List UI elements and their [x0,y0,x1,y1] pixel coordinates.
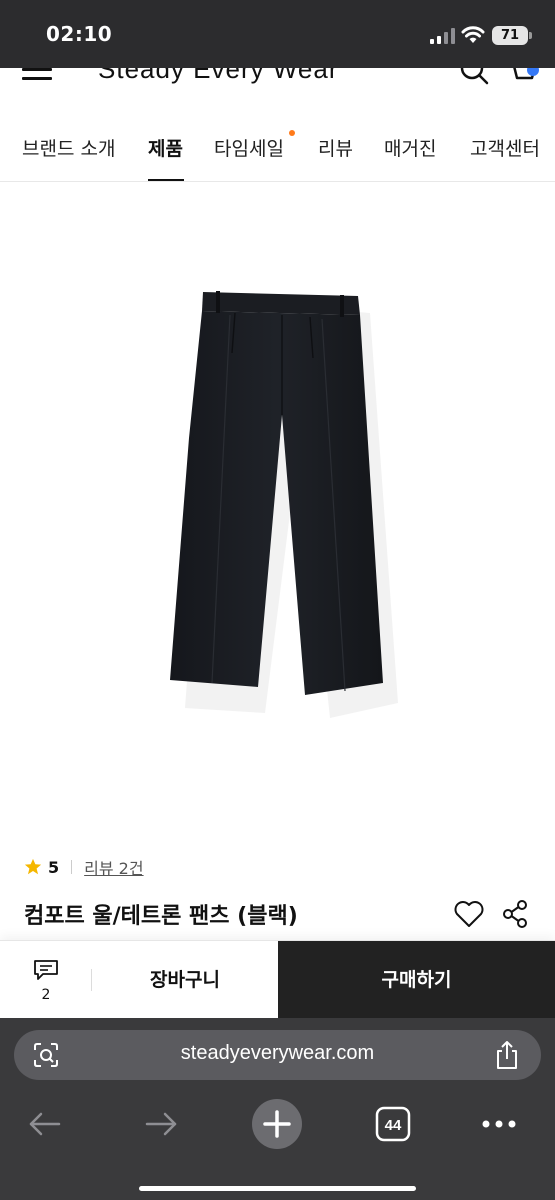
purchase-bar: 2 장바구니 구매하기 [0,940,555,1019]
battery-indicator: 71 [492,26,532,45]
active-tab-indicator [148,179,184,181]
heart-icon[interactable] [453,899,485,929]
tabs-icon: 44 [375,1106,411,1142]
comment-count: 2 [41,987,51,1003]
arrow-right-icon [145,1112,177,1136]
arrow-left-icon [29,1112,61,1136]
tab-customer-center[interactable]: 고객센터 [470,134,540,161]
review-count-link[interactable]: 리뷰 2건 [84,855,143,879]
tabs-button[interactable]: 44 [363,1102,423,1146]
more-icon [482,1120,516,1128]
tab-reviews[interactable]: 리뷰 [318,134,353,161]
more-button[interactable] [469,1102,529,1146]
tab-time-sale[interactable]: 타임세일 [214,134,284,161]
site-logo[interactable]: Steady Every Wear [98,68,339,85]
forward-button[interactable] [131,1102,191,1146]
browser-toolbar: steadyeverywear.com 44 [0,1018,555,1200]
back-button[interactable] [15,1102,75,1146]
tab-brand-intro[interactable]: 브랜드 소개 [22,134,115,161]
home-indicator [139,1186,416,1191]
plus-icon [252,1099,302,1149]
rating-row: 5 리뷰 2건 [24,856,144,878]
product-title: 컴포트 울/테트론 팬츠 (블랙) [24,904,298,929]
star-icon [24,858,42,875]
new-badge-dot [289,130,295,136]
wifi-icon [461,26,485,43]
comment-icon [34,960,58,980]
divider [71,860,73,874]
site-header: Steady Every Wear [0,68,555,90]
hamburger-menu-icon[interactable] [22,68,52,82]
tab-count: 44 [385,1117,402,1134]
pants-image [170,291,398,718]
tab-magazine[interactable]: 매거진 [384,134,436,161]
share-icon[interactable] [501,899,529,929]
comment-button[interactable]: 2 [0,941,92,1019]
new-tab-button[interactable] [247,1099,307,1149]
product-image[interactable] [0,183,555,823]
address-bar[interactable]: steadyeverywear.com [14,1030,541,1080]
status-time: 02:10 [46,22,113,46]
category-nav: 브랜드 소개 제품 타임세일 리뷰 매거진 고객센터 [0,108,555,182]
cellular-signal-icon [430,28,455,44]
status-bar: 02:10 71 [0,0,555,68]
rating-score: 5 [48,857,60,877]
tab-products[interactable]: 제품 [148,134,183,161]
buy-now-button[interactable]: 구매하기 [278,941,555,1019]
add-to-cart-button[interactable]: 장바구니 [92,941,278,1019]
url-text[interactable]: steadyeverywear.com [14,1042,541,1065]
search-icon[interactable] [458,68,490,86]
share-icon[interactable] [494,1040,520,1070]
